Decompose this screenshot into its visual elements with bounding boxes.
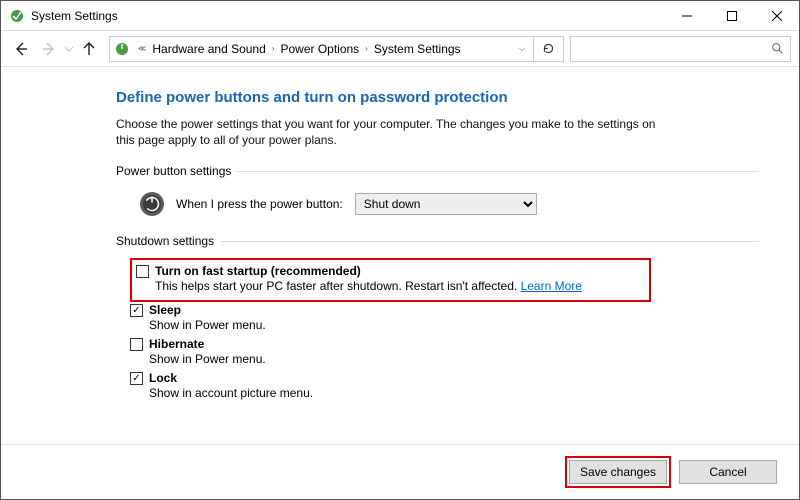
learn-more-link[interactable]: Learn More [521,279,582,293]
sleep-title: Sleep [149,303,181,317]
sleep-row: Sleep [130,302,759,318]
forward-button[interactable] [35,35,63,63]
fast-startup-row: Turn on fast startup (recommended) [136,263,643,279]
address-bar[interactable]: ≪ Hardware and Sound › Power Options › S… [109,36,534,62]
footer: Save changes Cancel [1,444,799,499]
fast-startup-checkbox[interactable] [136,265,149,278]
close-button[interactable] [754,1,799,31]
search-box[interactable] [570,36,791,62]
section-shutdown: Shutdown settings [116,234,759,248]
save-highlight: Save changes [565,456,671,488]
chevron-right-icon: › [361,44,372,53]
power-button-select[interactable]: Shut down [355,193,537,215]
hibernate-title: Hibernate [149,337,204,351]
fast-startup-title: Turn on fast startup (recommended) [155,264,361,278]
chevron-right-icon: › [268,44,279,53]
breadcrumb-power[interactable]: Power Options [278,42,361,56]
breadcrumb-hardware[interactable]: Hardware and Sound [150,42,267,56]
section-power-label: Power button settings [116,164,231,178]
lock-row: Lock [130,370,759,386]
sleep-sub: Show in Power menu. [149,318,759,332]
power-button-label: When I press the power button: [176,197,343,211]
up-button[interactable] [75,35,103,63]
window-title: System Settings [31,9,118,23]
address-dropdown[interactable]: ⌵ [515,44,529,54]
recent-dropdown[interactable] [63,35,75,63]
hibernate-sub: Show in Power menu. [149,352,759,366]
breadcrumb-system[interactable]: System Settings [372,42,463,56]
maximize-button[interactable] [709,1,754,31]
content-area: Define power buttons and turn on passwor… [1,67,799,444]
shutdown-settings-list: Turn on fast startup (recommended) This … [116,254,759,400]
chevron-left-icon: ≪ [134,44,150,53]
titlebar: System Settings [1,1,799,31]
save-button[interactable]: Save changes [569,460,667,484]
lock-sub: Show in account picture menu. [149,386,759,400]
power-button-row: When I press the power button: Shut down [116,184,759,234]
section-shutdown-label: Shutdown settings [116,234,214,248]
section-power-button: Power button settings [116,164,759,178]
app-icon [9,8,25,24]
search-icon [771,42,784,55]
hibernate-row: Hibernate [130,336,759,352]
power-options-icon [114,41,130,57]
page-heading: Define power buttons and turn on passwor… [116,89,759,106]
power-icon [138,190,166,218]
refresh-button[interactable] [534,36,564,62]
search-input[interactable] [571,37,771,61]
minimize-button[interactable] [664,1,709,31]
nav-toolbar: ≪ Hardware and Sound › Power Options › S… [1,31,799,67]
page-description: Choose the power settings that you want … [116,116,676,148]
fast-startup-sub: This helps start your PC faster after sh… [155,279,643,293]
window: System Settings ≪ H [0,0,800,500]
hibernate-checkbox[interactable] [130,338,143,351]
lock-title: Lock [149,371,177,385]
cancel-button[interactable]: Cancel [679,460,777,484]
back-button[interactable] [7,35,35,63]
sleep-checkbox[interactable] [130,304,143,317]
lock-checkbox[interactable] [130,372,143,385]
fast-startup-highlight: Turn on fast startup (recommended) This … [130,258,651,302]
